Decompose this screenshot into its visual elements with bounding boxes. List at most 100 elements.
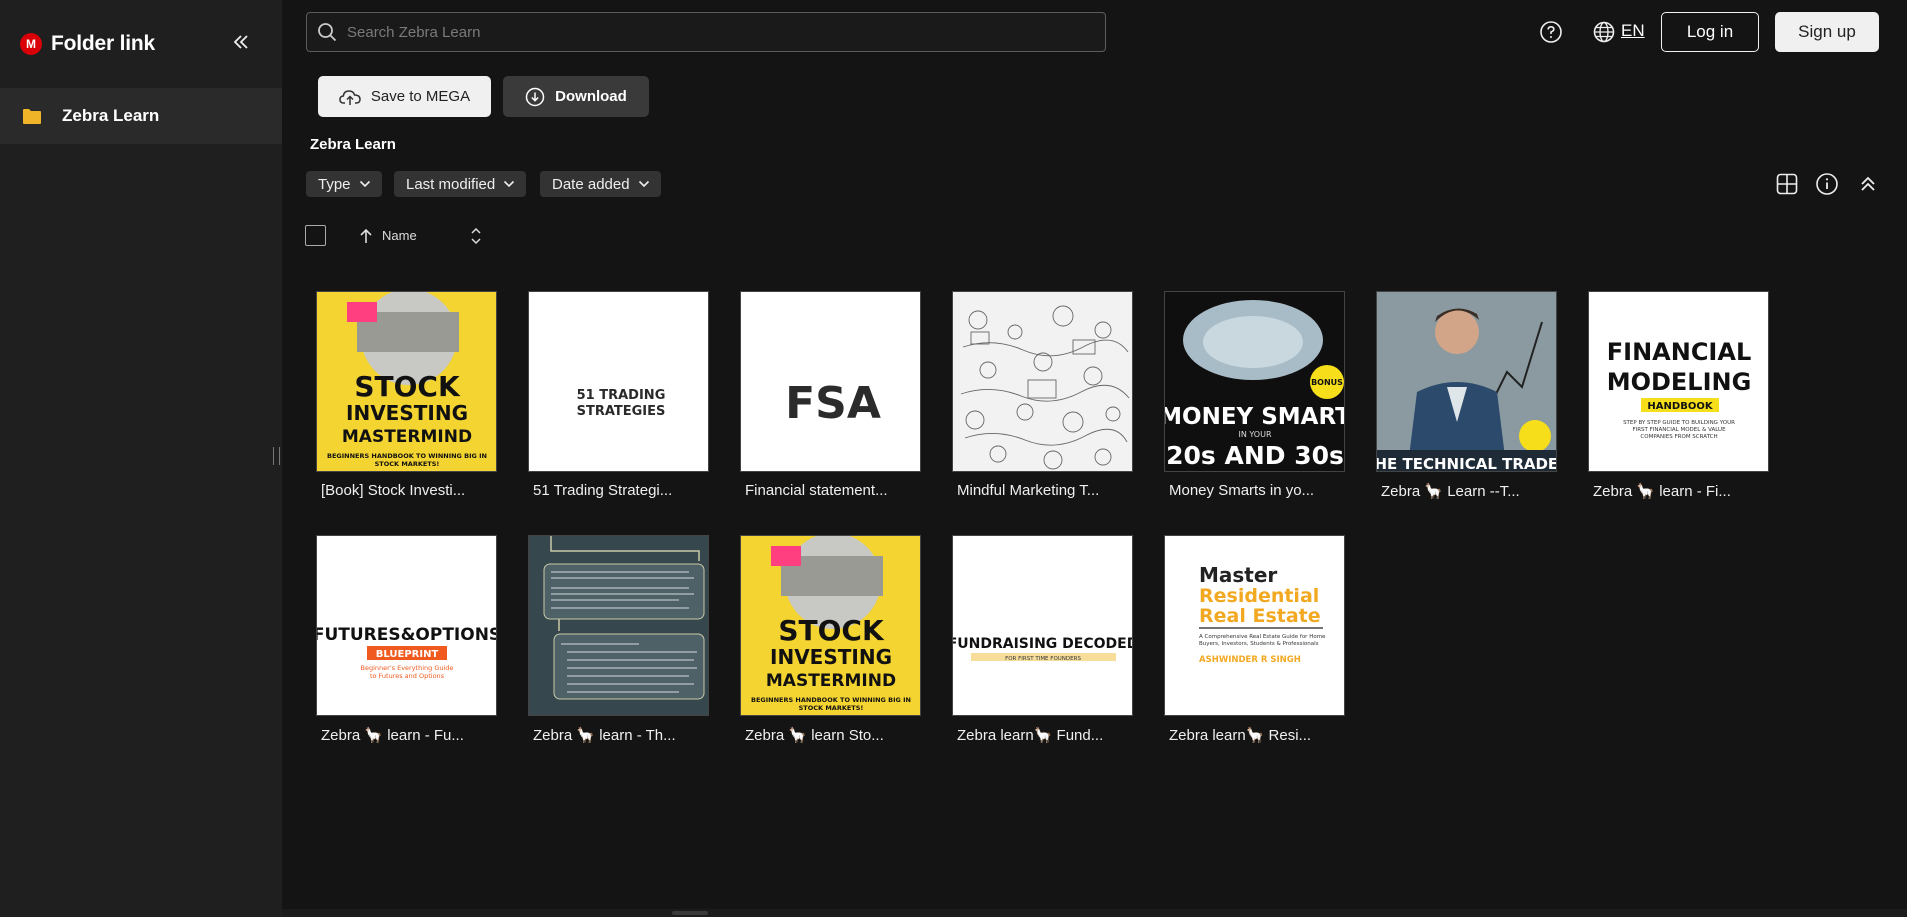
mega-logo-icon: M	[20, 33, 42, 55]
file-tile[interactable]: FUNDRAISING DECODED FOR FIRST TIME FOUND…	[949, 535, 1135, 744]
file-name: Money Smarts in yo...	[1169, 482, 1315, 499]
double-chevron-up-icon	[1861, 176, 1875, 191]
login-button[interactable]: Log in	[1661, 12, 1759, 52]
cover-title: FUNDRAISING DECODED	[953, 636, 1133, 652]
file-name: Zebra learn🦙 Fund...	[957, 727, 1104, 744]
file-name: Financial statement...	[745, 482, 888, 499]
filter-last-modified-dropdown[interactable]: Last modified	[394, 171, 527, 197]
sidebar-item-label: Zebra Learn	[62, 106, 160, 125]
cover-title-line2: INVESTING	[770, 645, 892, 669]
cover-title-line2: STRATEGIES	[577, 404, 666, 419]
filter-type-dropdown[interactable]: Type	[306, 171, 382, 197]
file-thumbnail[interactable]	[528, 535, 709, 716]
file-name: Zebra 🦙 learn Sto...	[745, 727, 884, 744]
cover-title-line1: STOCK	[778, 614, 885, 647]
signup-button[interactable]: Sign up	[1775, 12, 1879, 52]
search-icon	[318, 23, 337, 42]
file-tile[interactable]: STOCK INVESTING MASTERMIND BEGINNERS HAN…	[737, 535, 923, 744]
sort-name-label[interactable]: Name	[382, 228, 417, 243]
save-to-mega-button[interactable]: Save to MEGA	[318, 76, 491, 117]
cover-tagline-line3: COMPANIES FROM SCRATCH	[1640, 434, 1717, 440]
cover-tagline-line2: to Futures and Options	[370, 672, 445, 680]
file-tile[interactable]: STOCK INVESTING MASTERMIND BEGINNERS HAN…	[313, 291, 499, 499]
sort-chevrons-icon	[471, 227, 481, 245]
filter-label: Date added	[552, 175, 630, 193]
sort-toggle-button[interactable]	[468, 226, 484, 246]
file-tile[interactable]: FINANCIAL MODELING HANDBOOK STEP BY STEP…	[1585, 291, 1771, 500]
file-thumbnail[interactable]: FSA	[740, 291, 921, 472]
file-thumbnail[interactable]	[952, 291, 1133, 472]
cover-title-line1: STOCK	[354, 370, 461, 403]
file-tile[interactable]: THE TECHNICAL TRADER Zebra 🦙 Learn --T..…	[1373, 291, 1559, 500]
cover-title: FUTURES&OPTIONS	[317, 625, 497, 645]
file-thumbnail[interactable]: STOCK INVESTING MASTERMIND BEGINNERS HAN…	[316, 291, 497, 472]
sidebar: M Folder link Zebra Learn	[0, 0, 282, 917]
chevron-down-icon	[359, 180, 370, 188]
file-thumbnail[interactable]: BONUS MONEY SMART IN YOUR 20s AND 30s	[1164, 291, 1345, 472]
cover-badge: BONUS	[1311, 378, 1343, 387]
cover-subtitle-line1: BEGINNERS HANDBOOK TO WINNING BIG IN	[327, 452, 487, 460]
file-name: Zebra learn🦙 Resi...	[1169, 727, 1312, 744]
language-code[interactable]: EN	[1621, 21, 1645, 41]
file-thumbnail[interactable]: THE TECHNICAL TRADER	[1376, 291, 1557, 472]
cover-title-line2: Residential	[1199, 585, 1319, 607]
file-tile[interactable]: Mindful Marketing T...	[949, 291, 1135, 499]
file-name: Zebra 🦙 learn - Fi...	[1593, 483, 1731, 500]
file-name: 51 Trading Strategi...	[533, 482, 673, 499]
cover-title-line2: INVESTING	[346, 401, 468, 425]
select-all-checkbox[interactable]	[305, 225, 326, 246]
help-icon	[1540, 21, 1562, 43]
search-input[interactable]	[347, 23, 1105, 41]
cover-title-line1: Master	[1199, 563, 1277, 587]
language-button[interactable]	[1592, 20, 1616, 44]
cover-subtitle: HANDBOOK	[1647, 401, 1713, 412]
cover-title-line2: MODELING	[1607, 368, 1752, 396]
file-thumbnail[interactable]: FUNDRAISING DECODED FOR FIRST TIME FOUND…	[952, 535, 1133, 716]
arrow-up-icon	[360, 228, 372, 243]
grid-view-button[interactable]	[1775, 172, 1799, 196]
cover-tagline-line1: Beginner's Everything Guide	[361, 664, 454, 672]
sidebar-resize-handle[interactable]	[273, 447, 280, 465]
horizontal-scrollbar[interactable]	[282, 909, 1907, 917]
file-tile[interactable]: 51 TRADING STRATEGIES 51 Trading Strateg…	[525, 291, 711, 499]
cover-title: FSA	[785, 378, 881, 429]
file-tile[interactable]: BONUS MONEY SMART IN YOUR 20s AND 30s Mo…	[1161, 291, 1347, 499]
file-thumbnail[interactable]: FUTURES&OPTIONS BLUEPRINT Beginner's Eve…	[316, 535, 497, 716]
download-label: Download	[555, 88, 627, 105]
double-chevron-left-icon	[233, 35, 248, 49]
file-thumbnail[interactable]: STOCK INVESTING MASTERMIND BEGINNERS HAN…	[740, 535, 921, 716]
file-thumbnail[interactable]: FINANCIAL MODELING HANDBOOK STEP BY STEP…	[1588, 291, 1769, 472]
file-thumbnail[interactable]: Master Residential Real Estate A Compreh…	[1164, 535, 1345, 716]
file-thumbnail[interactable]: 51 TRADING STRATEGIES	[528, 291, 709, 472]
cloud-upload-icon	[339, 89, 361, 105]
file-name: Zebra 🦙 Learn --T...	[1381, 483, 1520, 500]
cover-title-line3: MASTERMIND	[766, 671, 896, 691]
cover-title-line1: MONEY SMART	[1165, 404, 1345, 430]
cover-subtitle: FOR FIRST TIME FOUNDERS	[1005, 656, 1081, 662]
cover-tagline-line1: STEP BY STEP GUIDE TO BUILDING YOUR	[1623, 420, 1735, 426]
folder-icon	[23, 108, 41, 124]
collapse-sidebar-button[interactable]	[230, 31, 252, 53]
scrollbar-thumb[interactable]	[672, 911, 708, 915]
help-button[interactable]	[1539, 20, 1563, 44]
cover-subtitle: BLUEPRINT	[376, 649, 439, 660]
brand-title: Folder link	[51, 32, 155, 55]
download-button[interactable]: Download	[503, 76, 649, 117]
cover-title-line3: MASTERMIND	[342, 427, 472, 447]
brand[interactable]: M Folder link	[20, 30, 155, 58]
cover-title-line2: IN YOUR	[1238, 430, 1271, 439]
filter-label: Last modified	[406, 175, 496, 193]
file-tile[interactable]: Zebra 🦙 learn - Th...	[525, 535, 711, 744]
sort-direction-button[interactable]	[358, 227, 374, 245]
collapse-header-button[interactable]	[1856, 172, 1880, 196]
sidebar-item-zebra-learn[interactable]: Zebra Learn	[0, 88, 282, 144]
cover-title-line3: 20s AND 30s	[1166, 441, 1344, 470]
file-name: [Book] Stock Investi...	[321, 482, 466, 499]
info-button[interactable]	[1815, 172, 1839, 196]
file-tile[interactable]: FUTURES&OPTIONS BLUEPRINT Beginner's Eve…	[313, 535, 499, 744]
file-tile[interactable]: Master Residential Real Estate A Compreh…	[1161, 535, 1347, 744]
file-name: Zebra 🦙 learn - Th...	[533, 727, 676, 744]
save-to-mega-label: Save to MEGA	[370, 88, 471, 105]
filter-date-added-dropdown[interactable]: Date added	[540, 171, 661, 197]
file-tile[interactable]: FSA Financial statement...	[737, 291, 923, 499]
